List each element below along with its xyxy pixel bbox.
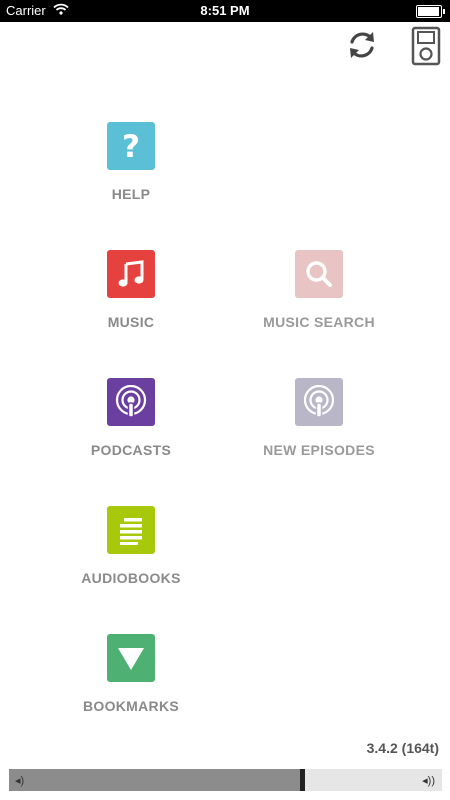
volume-fill — [9, 769, 304, 791]
refresh-icon — [350, 32, 374, 58]
music-note-icon — [118, 260, 144, 287]
ipod-icon — [411, 26, 441, 66]
version-label: 3.4.2 (164t) — [366, 740, 439, 756]
new-episodes-label: NEW EPISODES — [263, 442, 375, 458]
podcast-icon — [303, 385, 335, 418]
triangle-down-icon — [118, 648, 144, 670]
new-episodes-tile-icon — [295, 378, 343, 426]
volume-low-icon: ◂) — [15, 775, 25, 787]
audiobooks-tile-icon — [107, 506, 155, 554]
refresh-button[interactable] — [344, 27, 380, 63]
podcasts-tile-icon — [107, 378, 155, 426]
new-episodes-button[interactable]: NEW EPISODES — [219, 378, 419, 458]
podcasts-button[interactable]: PODCASTS — [31, 378, 231, 458]
bookmarks-label: BOOKMARKS — [82, 698, 180, 714]
volume-thumb[interactable] — [300, 769, 306, 791]
audiobooks-label: AUDIOBOOKS — [81, 570, 181, 586]
status-bar: Carrier 8:51 PM — [0, 0, 450, 22]
music-label: MUSIC — [107, 314, 155, 330]
search-icon — [306, 261, 332, 287]
volume-slider[interactable]: ◂) ◂)) — [9, 769, 442, 791]
help-label: HELP — [111, 186, 151, 202]
music-search-button[interactable]: MUSIC SEARCH — [219, 250, 419, 330]
bookmarks-tile-icon — [107, 634, 155, 682]
battery-icon — [416, 5, 445, 18]
podcasts-label: PODCASTS — [90, 442, 172, 458]
podcast-icon — [115, 385, 147, 418]
status-time: 8:51 PM — [200, 3, 250, 18]
music-search-tile-icon — [295, 250, 343, 298]
question-mark-icon: ? — [122, 129, 140, 164]
help-tile-icon: ? — [107, 122, 155, 170]
music-button[interactable]: MUSIC — [31, 250, 231, 330]
music-search-label: MUSIC SEARCH — [263, 314, 375, 330]
svg-text:?: ? — [122, 129, 140, 164]
audiobook-lines-icon — [120, 518, 142, 545]
music-tile-icon — [107, 250, 155, 298]
help-button[interactable]: ? HELP — [31, 122, 231, 202]
bookmarks-button[interactable]: BOOKMARKS — [31, 634, 231, 714]
ipod-device-button[interactable] — [411, 26, 441, 66]
audiobooks-button[interactable]: AUDIOBOOKS — [31, 506, 231, 586]
volume-high-icon: ◂)) — [422, 775, 435, 787]
